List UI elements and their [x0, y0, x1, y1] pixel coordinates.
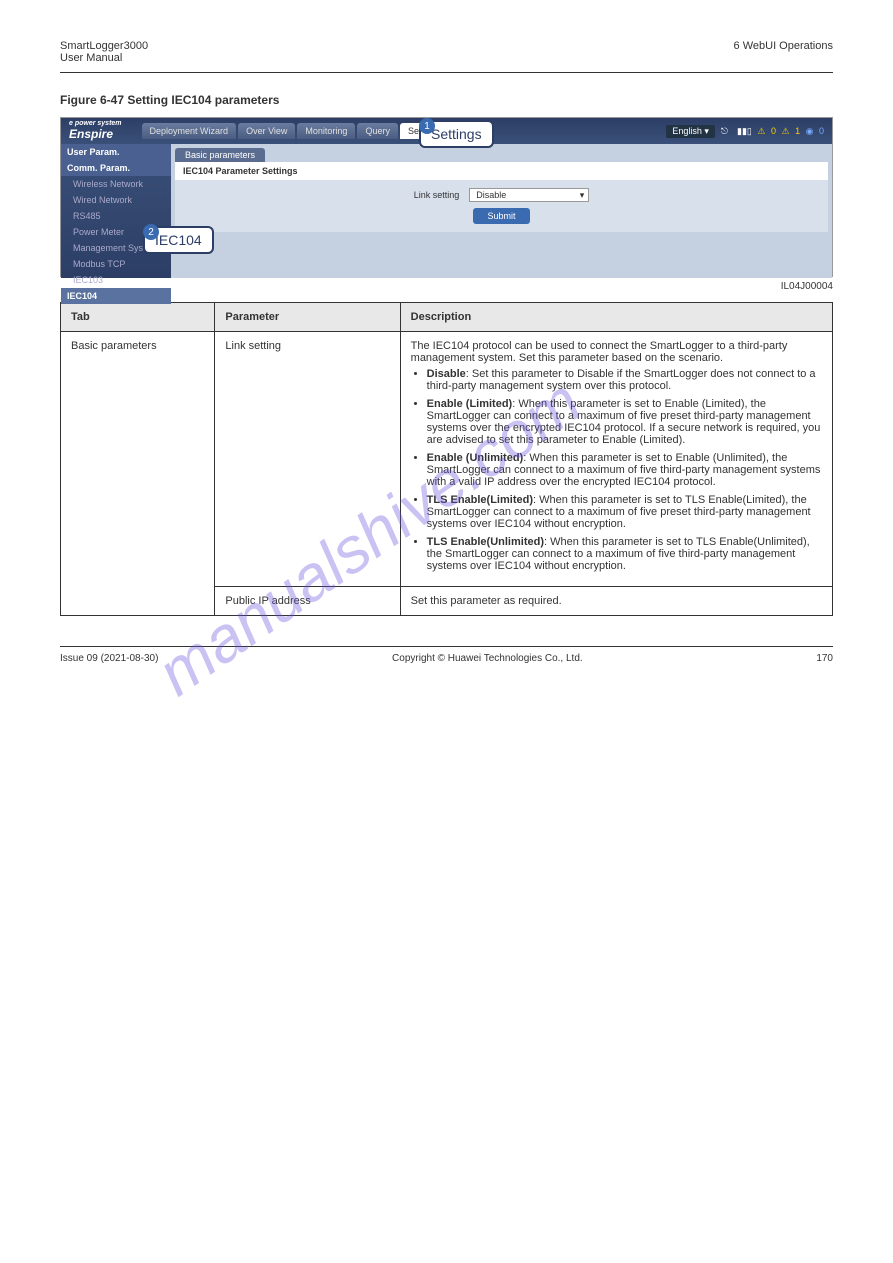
sidebar: User Param. Comm. Param. Wireless Networ… — [61, 144, 171, 278]
status-icons: ▮▮▯ ⚠ 0 ⚠ 1 ◉ 0 — [734, 126, 824, 137]
minor-icon[interactable]: ⚠ 1 — [782, 126, 801, 136]
callout-settings-label: Settings — [431, 126, 482, 142]
table-row: Basic parameters Link setting The IEC104… — [61, 332, 833, 587]
field-label-link-setting: Link setting — [414, 190, 460, 200]
callout-iec104: 2 IEC104 — [143, 226, 214, 254]
tab-basic-parameters[interactable]: Basic parameters — [175, 148, 265, 162]
list-item: Enable (Limited): When this parameter is… — [427, 398, 822, 446]
link-setting-dropdown[interactable]: Disable — [469, 188, 589, 202]
footer-right: 170 — [816, 653, 833, 664]
sidebar-rs485[interactable]: RS485 — [61, 208, 171, 224]
app-logo: e power system Enspire — [69, 121, 142, 141]
panel-title: IEC104 Parameter Settings — [175, 162, 828, 180]
header-left: SmartLogger3000 User Manual — [60, 40, 148, 64]
th-parameter: Parameter — [215, 303, 400, 332]
sidebar-comm-param[interactable]: Comm. Param. — [61, 160, 171, 176]
th-description: Description — [400, 303, 832, 332]
list-item: Enable (Unlimited): When this parameter … — [427, 452, 822, 488]
main-panel: Basic parameters IEC104 Parameter Settin… — [171, 144, 832, 278]
header-right-area: English ▾ ⎋ ▮▮▯ ⚠ 0 ⚠ 1 ◉ 0 — [666, 125, 824, 138]
callout-iec104-label: IEC104 — [155, 232, 202, 248]
sidebar-user-param[interactable]: User Param. — [61, 144, 171, 160]
list-item: TLS Enable(Unlimited): When this paramet… — [427, 536, 822, 572]
parameter-table: Tab Parameter Description Basic paramete… — [60, 302, 833, 616]
sidebar-wired-network[interactable]: Wired Network — [61, 192, 171, 208]
cell-param: Link setting — [215, 332, 400, 587]
desc-intro: The IEC104 protocol can be used to conne… — [411, 340, 822, 364]
cell-desc: The IEC104 protocol can be used to conne… — [400, 332, 832, 587]
figure-label: Figure 6-47 — [60, 93, 124, 107]
cell-desc: Set this parameter as required. — [400, 587, 832, 616]
nav-deployment-wizard[interactable]: Deployment Wizard — [142, 123, 237, 139]
screenshot-container: 1 Settings 2 IEC104 e power system Enspi… — [60, 117, 833, 277]
info-icon[interactable]: ◉ 0 — [806, 126, 824, 136]
figure-caption: Figure 6-47 Setting IEC104 parameters — [60, 93, 833, 107]
logout-icon[interactable]: ⎋ — [721, 126, 728, 137]
submit-button[interactable]: Submit — [473, 208, 529, 224]
footer-left: Issue 09 (2021-08-30) — [60, 653, 158, 664]
footer-center: Copyright © Huawei Technologies Co., Ltd… — [392, 653, 583, 664]
warn-icon[interactable]: ⚠ 0 — [757, 126, 776, 136]
desc-list: Disable: Set this parameter to Disable i… — [411, 368, 822, 572]
sidebar-wireless-network[interactable]: Wireless Network — [61, 176, 171, 192]
nav-query[interactable]: Query — [357, 123, 398, 139]
nav-monitoring[interactable]: Monitoring — [297, 123, 355, 139]
list-item: Disable: Set this parameter to Disable i… — [427, 368, 822, 392]
callout-num-2: 2 — [143, 224, 159, 240]
sidebar-iec104[interactable]: IEC104 — [61, 288, 171, 304]
app-body: User Param. Comm. Param. Wireless Networ… — [61, 144, 832, 278]
cell-param: Public IP address — [215, 587, 400, 616]
sidebar-modbus-tcp[interactable]: Modbus TCP — [61, 256, 171, 272]
callout-settings: 1 Settings — [419, 120, 494, 148]
page-header: SmartLogger3000 User Manual 6 WebUI Oper… — [60, 40, 833, 73]
list-item: TLS Enable(Limited): When this parameter… — [427, 494, 822, 530]
logo-main: Enspire — [69, 127, 113, 141]
sidebar-iec103[interactable]: IEC103 — [61, 272, 171, 288]
signal-icon: ▮▮▯ — [737, 126, 752, 136]
language-selector[interactable]: English ▾ — [666, 125, 715, 138]
callout-num-1: 1 — [419, 118, 435, 134]
th-tab: Tab — [61, 303, 215, 332]
figure-title-text: Setting IEC104 parameters — [127, 93, 279, 107]
figure-id: IL04J00004 — [60, 281, 833, 292]
form-area: Link setting Disable Submit — [175, 180, 828, 232]
header-right: 6 WebUI Operations — [734, 40, 833, 64]
main-tabs: Basic parameters — [175, 148, 828, 162]
nav-over-view[interactable]: Over View — [238, 123, 295, 139]
cell-tab: Basic parameters — [61, 332, 215, 616]
page-footer: Issue 09 (2021-08-30) Copyright © Huawei… — [60, 646, 833, 664]
